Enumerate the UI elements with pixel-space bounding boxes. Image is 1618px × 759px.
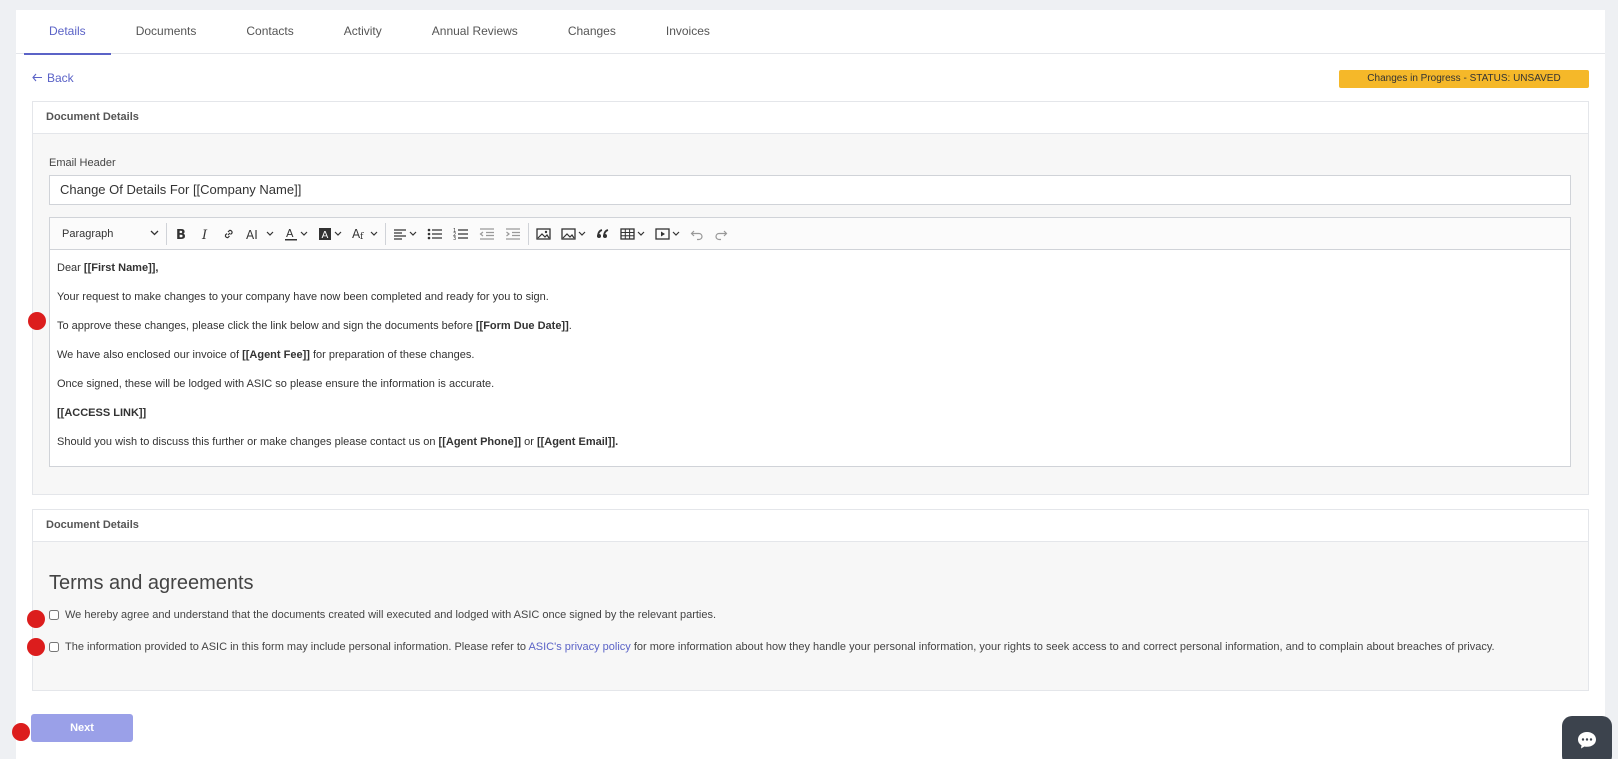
invoice-text: We have also enclosed our invoice of [57, 349, 243, 361]
editor-toolbar: Paragraph B I AI A A Af 123 [50, 218, 1570, 250]
terms-title: Terms and agreements [49, 572, 254, 594]
chevron-down-icon [370, 229, 378, 238]
paragraph-style-select[interactable]: Paragraph [54, 222, 164, 246]
form-due-date-token: [[Form Due Date]] [475, 320, 569, 332]
editor-line-invoice: We have also enclosed our invoice of [[A… [57, 347, 1563, 376]
font-color-icon[interactable]: A [279, 222, 313, 246]
privacy-checkbox-row[interactable]: The information provided to ASIC in this… [49, 641, 1495, 653]
undo-icon[interactable] [685, 222, 709, 246]
arrow-left-icon [32, 71, 43, 85]
svg-text:I: I [201, 228, 208, 241]
svg-text:A: A [286, 227, 294, 240]
marker-dot [12, 723, 30, 741]
tab-bar: Details Documents Contacts Activity Annu… [16, 10, 1605, 55]
marker-dot [27, 638, 45, 656]
chevron-down-icon [150, 229, 159, 238]
status-badge: Changes in Progress - STATUS: UNSAVED [1339, 70, 1589, 88]
paragraph-style-value: Paragraph [62, 227, 114, 240]
toolbar-divider [385, 222, 386, 245]
chevron-down-icon [409, 229, 417, 238]
font-size-icon[interactable]: AI [241, 222, 279, 246]
outdent-icon[interactable] [474, 222, 500, 246]
toolbar-divider [166, 222, 167, 245]
back-link[interactable]: Back [32, 71, 74, 85]
approve-text-end: . [568, 320, 572, 332]
link-icon[interactable] [217, 222, 241, 246]
main-page: Details Documents Contacts Activity Annu… [16, 10, 1605, 759]
bold-icon[interactable]: B [169, 222, 193, 246]
tab-changes[interactable]: Changes [543, 10, 641, 54]
chevron-down-icon [578, 229, 586, 238]
invoice-text-end: for preparation of these changes. [309, 349, 475, 361]
image-icon[interactable] [531, 222, 556, 246]
next-button[interactable]: Next [31, 714, 133, 742]
tab-invoices[interactable]: Invoices [641, 10, 735, 54]
editor-line-lodged: Once signed, these will be lodged with A… [57, 378, 495, 390]
tab-documents[interactable]: Documents [111, 10, 222, 54]
table-icon[interactable] [615, 222, 650, 246]
toolbar-divider [528, 222, 529, 245]
redo-icon[interactable] [709, 222, 733, 246]
first-name-token: [[First Name]], [83, 262, 159, 274]
back-label: Back [47, 71, 74, 85]
agree-lodge-checkbox-row[interactable]: We hereby agree and understand that the … [49, 609, 716, 621]
greeting-text: Dear [57, 262, 84, 274]
editor-line-contact: Should you wish to discuss this further … [57, 434, 1563, 463]
marker-dot [27, 610, 45, 628]
agent-phone-token: [[Agent Phone]] [438, 436, 522, 448]
background-color-icon[interactable]: A [313, 222, 347, 246]
agree-lodge-checkbox[interactable] [49, 610, 59, 620]
privacy-text-end: for more information about how they hand… [630, 641, 1495, 653]
agree-lodge-label: We hereby agree and understand that the … [65, 609, 717, 621]
editor-line-approve: To approve these changes, please click t… [57, 318, 1563, 347]
chevron-down-icon [637, 229, 645, 238]
approve-text: To approve these changes, please click t… [57, 320, 476, 332]
align-icon[interactable] [388, 222, 422, 246]
editor-content[interactable]: Dear [[First Name]], Your request to mak… [50, 250, 1570, 473]
privacy-label: The information provided to ASIC in this… [65, 641, 1495, 653]
tab-annual-reviews[interactable]: Annual Reviews [407, 10, 543, 54]
editor-line-request: Your request to make changes to your com… [57, 291, 549, 303]
numbered-list-icon[interactable]: 123 [448, 222, 474, 246]
chevron-down-icon [266, 229, 274, 238]
access-link-token: [[ACCESS LINK]] [57, 407, 147, 419]
email-header-label: Email Header [49, 157, 116, 169]
chevron-down-icon [334, 229, 342, 238]
svg-text:B: B [176, 228, 186, 241]
tab-details[interactable]: Details [24, 10, 111, 55]
editor-line-access-link: [[ACCESS LINK]] [57, 405, 1563, 434]
svg-text:f: f [360, 232, 364, 241]
svg-text:A: A [322, 230, 329, 241]
terms-card: Document Details Terms and agreements We… [32, 509, 1589, 691]
privacy-text: The information provided to ASIC in this… [65, 641, 529, 653]
chat-button[interactable] [1562, 716, 1612, 759]
bulleted-list-icon[interactable] [422, 222, 448, 246]
blockquote-icon[interactable] [591, 222, 615, 246]
contact-text: Should you wish to discuss this further … [57, 436, 439, 448]
svg-text:AI: AI [246, 228, 258, 241]
insert-image-icon[interactable] [556, 222, 591, 246]
rich-text-editor: Paragraph B I AI A A Af 123 Dear [[First… [49, 217, 1571, 467]
contact-or-text: or [521, 436, 537, 448]
card-header: Document Details [33, 102, 1588, 134]
marker-dot [28, 312, 46, 330]
privacy-checkbox[interactable] [49, 642, 59, 652]
tab-contacts[interactable]: Contacts [221, 10, 318, 54]
card-header: Document Details [33, 510, 1588, 542]
tab-activity[interactable]: Activity [319, 10, 407, 54]
agent-fee-token: [[Agent Fee]] [242, 349, 310, 361]
italic-icon[interactable]: I [193, 222, 217, 246]
chevron-down-icon [300, 229, 308, 238]
chat-icon [1576, 730, 1598, 753]
text-format-icon[interactable]: Af [347, 222, 383, 246]
editor-line-greeting: Dear [[First Name]], [57, 260, 1563, 289]
privacy-policy-link[interactable]: ASIC's privacy policy [528, 641, 630, 653]
indent-icon[interactable] [500, 222, 526, 246]
agent-email-token: [[Agent Email]]. [536, 436, 619, 448]
document-details-card: Document Details Email Header Change Of … [32, 101, 1589, 495]
media-icon[interactable] [650, 222, 685, 246]
email-header-input[interactable]: Change Of Details For [[Company Name]] [49, 175, 1571, 205]
svg-text:3: 3 [453, 236, 456, 241]
chevron-down-icon [672, 229, 680, 238]
